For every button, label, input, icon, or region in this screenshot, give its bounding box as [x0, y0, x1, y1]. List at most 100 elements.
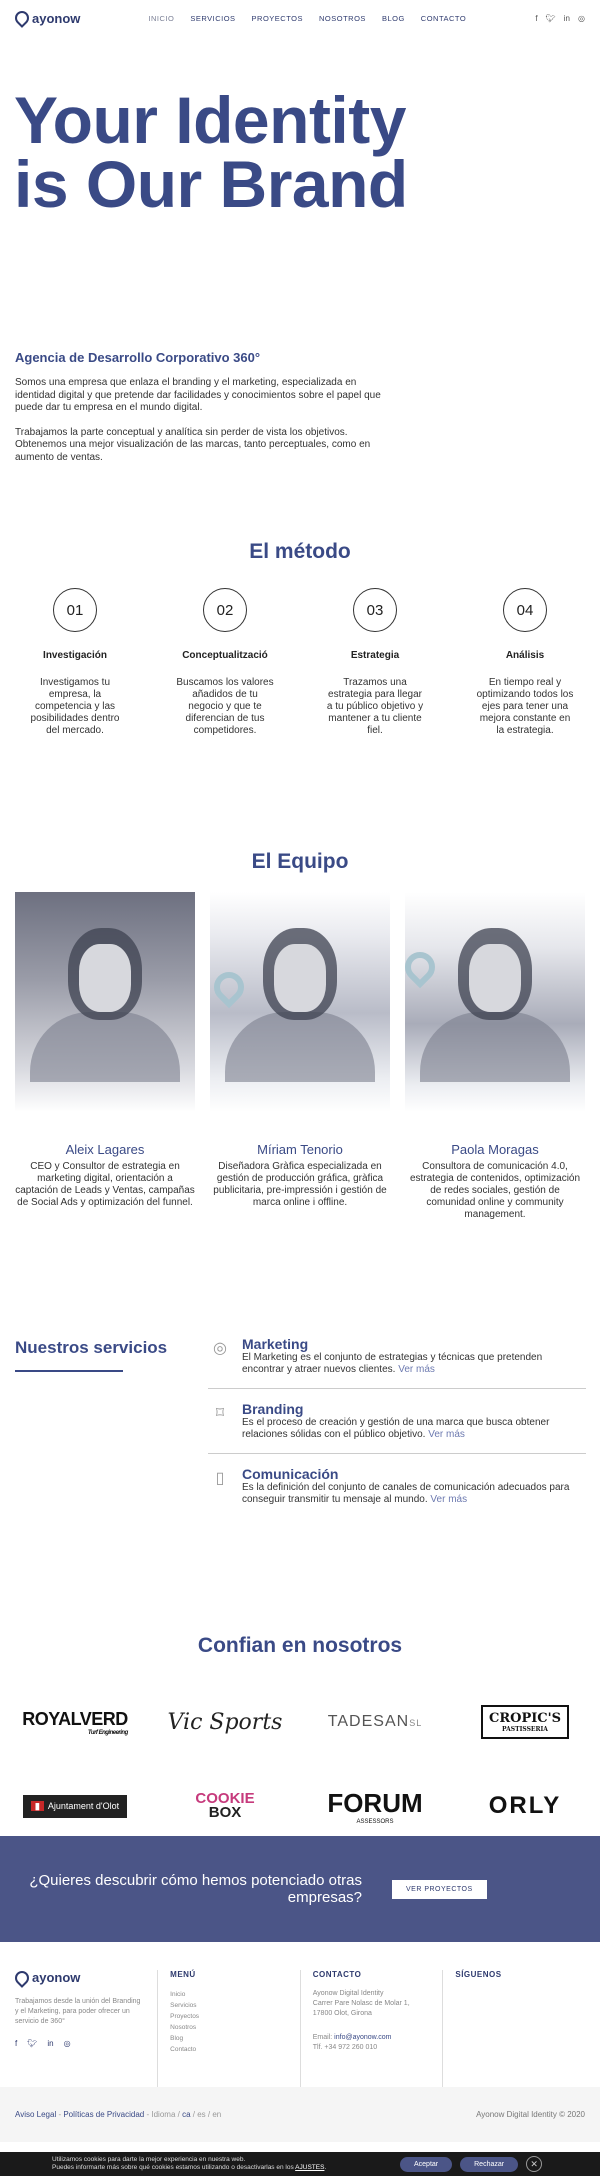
cookie-text-line: Utilizamos cookies para darte la mejor e…: [52, 2156, 246, 2163]
nav-item-inicio[interactable]: INICIO: [140, 14, 182, 23]
footer-social-links: f 🐦︎ in ◎: [15, 2039, 145, 2048]
method-step: 04 Análisis En tiempo real y optimizando…: [450, 588, 600, 737]
service-more-link[interactable]: Ver más: [428, 1429, 465, 1440]
tag-icon: ⌑: [215, 1405, 225, 1422]
team-member-name: Aleix Lagares: [65, 1142, 145, 1157]
client-logo-text: Vic Sports: [167, 1709, 283, 1735]
footer-email-label: Email:: [312, 2034, 333, 2041]
hero-line-2: is Our Brand: [14, 147, 408, 221]
intro-paragraph-2: Trabajamos la parte conceptual y analíti…: [15, 426, 371, 463]
header-social-links: f 🐦︎ in ◎: [535, 14, 585, 23]
service-description: Es el proceso de creación y gestión de u…: [242, 1417, 586, 1441]
footer-logo[interactable]: ayonow: [12, 1967, 145, 1988]
client-logo-subtext: ASSESSORS: [356, 1818, 394, 1825]
linkedin-icon[interactable]: in: [564, 14, 570, 23]
service-description: El Marketing es el conjunto de estrategi…: [242, 1352, 586, 1376]
footer-email-link[interactable]: info@ayonow.com: [334, 2034, 391, 2041]
team-member-name: Míriam Tenorio: [257, 1142, 343, 1157]
brand-name: ayonow: [32, 10, 81, 26]
step-number-badge: 04: [503, 588, 547, 632]
team-member-role: CEO y Consultor de estrategia en marketi…: [15, 1161, 195, 1208]
client-logo-subtext: BOX: [208, 1804, 242, 1821]
footer-menu-item[interactable]: Blog: [170, 2033, 288, 2044]
step-title: Investigación: [43, 650, 107, 661]
cta-text: ¿Quieres descubrir cómo hemos potenciado…: [29, 1872, 362, 1906]
footer-phone[interactable]: Tlf. +34 972 260 010: [313, 2043, 431, 2053]
footer-follow-title: SÍGUENOS: [455, 1970, 502, 1979]
method-steps: 01 Investigación Investigamos tu empresa…: [0, 588, 600, 737]
service-text: El Marketing es el conjunto de estrategi…: [242, 1352, 543, 1375]
clients-title: Confian en nosotros: [197, 1634, 403, 1657]
step-description: En tiempo real y optimizando todos los e…: [476, 677, 574, 736]
step-title: Análisis: [505, 650, 545, 661]
hero-headline: Your Identity is Our Brand: [14, 87, 408, 221]
lang-ca-link[interactable]: ca: [182, 2110, 190, 2119]
footer-follow: SÍGUENOS: [442, 1970, 585, 2087]
team-member-photo: [15, 892, 195, 1112]
lang-es-link[interactable]: es: [197, 2110, 205, 2119]
step-number-badge: 01: [53, 588, 97, 632]
legal-link[interactable]: Aviso Legal: [15, 2110, 56, 2119]
lang-en-link[interactable]: en: [212, 2110, 221, 2119]
location-pin-icon: [405, 945, 442, 989]
twitter-icon[interactable]: 🐦︎: [27, 2039, 37, 2048]
location-pin-icon: [12, 1967, 32, 1988]
copyright: Ayonow Digital Identity © 2020: [476, 2110, 585, 2119]
language-label: Idioma: [151, 2110, 176, 2119]
step-description: Buscamos los valores añadidos de tu nego…: [176, 677, 274, 736]
nav-item-contacto[interactable]: CONTACTO: [413, 14, 474, 23]
client-logo-subtext: Turf Engineering: [87, 1729, 128, 1736]
target-icon: ◎: [213, 1340, 227, 1357]
footer-menu-item[interactable]: Servicios: [170, 2000, 288, 2011]
client-logo-text: Ajuntament d'Olot: [47, 1800, 120, 1811]
facebook-icon[interactable]: f: [15, 2039, 17, 2048]
site-logo[interactable]: ayonow: [12, 8, 81, 28]
service-name: Branding: [242, 1401, 304, 1417]
footer-menu-item[interactable]: Inicio: [170, 1989, 288, 2000]
team-member-role: Diseñadora Gràfica especializada en gest…: [213, 1161, 387, 1208]
view-projects-button[interactable]: VER PROYECTOS: [392, 1879, 487, 1899]
facebook-icon[interactable]: f: [535, 14, 537, 23]
method-step: 02 Conceptualització Buscamos los valore…: [150, 588, 300, 737]
footer-menu: MENÚ Inicio Servicios Proyectos Nosotros…: [157, 1970, 300, 2087]
cookie-reject-button[interactable]: Rechazar: [460, 2156, 519, 2172]
nav-item-servicios[interactable]: SERVICIOS: [182, 14, 243, 23]
intro-paragraph-1: Somos una empresa que enlaza el branding…: [15, 377, 381, 413]
team-member-card: Aleix Lagares CEO y Consultor de estrate…: [15, 892, 195, 1221]
client-logo-cropics: CROPIC'S PASTISSERIA: [450, 1680, 600, 1764]
client-logo-subtext: PASTISSERIA: [502, 1726, 548, 1733]
footer-address-line: 17800 Olot, Girona: [312, 2010, 372, 2017]
nav-item-nosotros[interactable]: NOSOTROS: [311, 14, 374, 23]
nav-item-blog[interactable]: BLOG: [374, 14, 413, 23]
team-member-card: Paola Moragas Consultora de comunicación…: [405, 892, 585, 1221]
team-title: El Equipo: [251, 850, 349, 873]
close-icon[interactable]: ✕: [526, 2156, 543, 2172]
linkedin-icon[interactable]: in: [47, 2039, 53, 2048]
step-title: Conceptualització: [182, 650, 268, 661]
service-item: ▯ Comunicación Es la definición del conj…: [208, 1466, 586, 1518]
team-member-role: Consultora de comunicación 4.0, estrateg…: [409, 1161, 581, 1220]
intro-section: Agencia de Desarrollo Corporativo 360° S…: [15, 350, 395, 476]
cta-banner: ¿Quieres descubrir cómo hemos potenciado…: [0, 1836, 600, 1942]
footer-menu-item[interactable]: Nosotros: [170, 2022, 288, 2033]
twitter-icon[interactable]: 🐦︎: [546, 14, 556, 23]
step-description: Trazamos una estrategia para llegar a tu…: [326, 677, 424, 736]
service-name: Comunicación: [242, 1466, 339, 1482]
instagram-icon[interactable]: ◎: [578, 14, 585, 23]
client-logo-royalverd: ROYALVERD Turf Engineering: [0, 1680, 150, 1764]
services-title-underline: [15, 1370, 123, 1372]
nav-item-proyectos[interactable]: PROYECTOS: [244, 14, 311, 23]
step-description: Investigamos tu empresa, la competencia …: [30, 677, 120, 736]
client-logo-subtext: SL: [409, 1718, 423, 1728]
footer-menu-item[interactable]: Contacto: [170, 2044, 288, 2055]
service-more-link[interactable]: Ver más: [430, 1494, 467, 1505]
footer-menu-item[interactable]: Proyectos: [170, 2011, 288, 2022]
client-logo-text: ORLY: [488, 1792, 562, 1819]
privacy-link[interactable]: Políticas de Privacidad: [63, 2110, 144, 2119]
cookie-accept-button[interactable]: Aceptar: [400, 2156, 453, 2172]
instagram-icon[interactable]: ◎: [64, 2039, 71, 2048]
location-pin-icon: [12, 8, 32, 28]
cookie-settings-link[interactable]: AJUSTES: [295, 2164, 324, 2171]
service-more-link[interactable]: Ver más: [398, 1364, 435, 1375]
intro-title: Agencia de Desarrollo Corporativo 360°: [15, 350, 261, 365]
